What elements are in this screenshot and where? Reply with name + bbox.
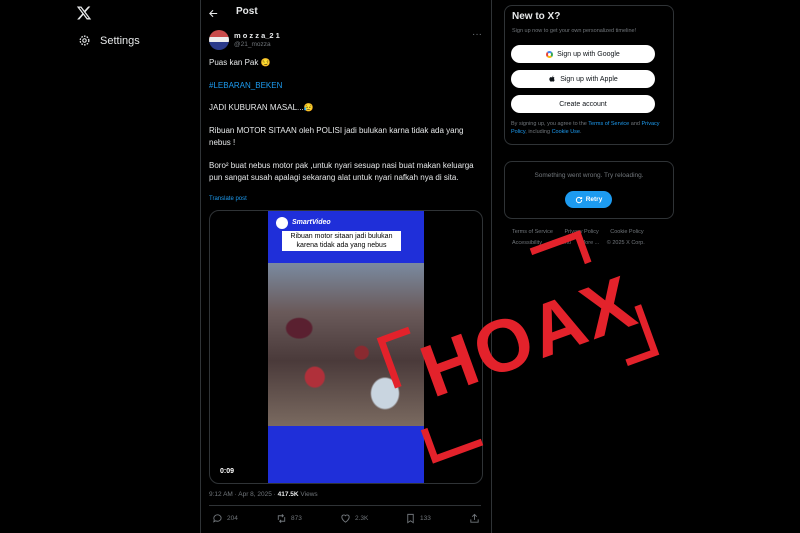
like-count: 2.3K: [355, 515, 369, 522]
retry-label: Retry: [585, 196, 603, 203]
signup-subtitle: Sign up now to get your own personalized…: [512, 28, 637, 34]
post-meta: 9:12 AM · Apr 8, 2025 · 417.5K Views: [209, 491, 318, 498]
post-time[interactable]: 9:12 AM · Apr 8, 2025 ·: [209, 491, 278, 498]
signup-title: New to X?: [512, 11, 561, 22]
post-line-1: Puas kan Pak 😏: [209, 58, 271, 67]
apple-signup-button[interactable]: Sign up with Apple: [511, 70, 655, 88]
repost-button[interactable]: 873: [276, 513, 302, 524]
apple-icon: [549, 75, 555, 82]
repost-count: 873: [291, 515, 302, 522]
repost-icon: [277, 514, 286, 523]
play-badge-icon: [276, 217, 288, 229]
refresh-icon: [575, 196, 582, 203]
error-card: [504, 161, 674, 219]
error-message: Something went wrong. Try reloading.: [534, 172, 644, 179]
video-watermark: SmartVideo: [292, 219, 331, 226]
retry-button[interactable]: Retry: [565, 191, 612, 208]
post-line-5: Boro² buat nebus motor pak ,untuk nyari …: [209, 161, 474, 182]
apple-signup-label: Sign up with Apple: [560, 75, 618, 83]
google-signup-label: Sign up with Google: [557, 50, 620, 58]
display-name[interactable]: m o z z a_2 1: [234, 31, 280, 40]
handle[interactable]: @21_mozza: [234, 41, 271, 48]
google-icon: [546, 50, 554, 58]
views-count: 417.5K: [277, 491, 299, 498]
divider: [209, 505, 481, 506]
x-logo-icon[interactable]: [76, 5, 92, 21]
bookmark-icon: [407, 513, 414, 524]
share-button[interactable]: [469, 513, 480, 524]
nav-settings[interactable]: Settings: [78, 34, 140, 47]
create-account-button[interactable]: Create account: [511, 95, 655, 113]
google-signup-button[interactable]: Sign up with Google: [511, 45, 655, 63]
reply-button[interactable]: 204: [212, 513, 238, 524]
reply-count: 204: [227, 515, 238, 522]
like-button[interactable]: 2.3K: [340, 513, 368, 524]
gear-icon: [79, 35, 90, 46]
stamp-bracket-bottom-icon: [420, 427, 484, 464]
translate-link[interactable]: Translate post: [209, 196, 247, 202]
create-account-label: Create account: [559, 100, 607, 108]
hoax-stamp-text: HOAX: [410, 259, 647, 414]
bookmark-button[interactable]: 133: [405, 513, 431, 524]
reply-icon: [213, 514, 222, 523]
heart-icon: [341, 514, 350, 523]
avatar[interactable]: [209, 30, 229, 50]
cookie-link[interactable]: Cookie Use: [552, 129, 580, 135]
video-caption: Ribuan motor sitaan jadi bulukan karena …: [282, 231, 401, 251]
post-line-4: Ribuan MOTOR SITAAN oleh POLISI jadi bul…: [209, 126, 464, 147]
signup-legal: By signing up, you agree to the Terms of…: [511, 121, 660, 135]
page-title: Post: [236, 6, 258, 17]
more-icon[interactable]: ···: [472, 29, 482, 40]
video-duration: 0:09: [220, 468, 235, 475]
views-label: Views: [298, 491, 318, 498]
bookmark-count: 133: [420, 515, 431, 522]
back-arrow-icon[interactable]: [208, 6, 219, 24]
terms-link[interactable]: Terms of Service: [588, 121, 629, 127]
settings-label: Settings: [100, 34, 140, 47]
post-line-3: JADI KUBURAN MASAL...😥: [209, 103, 314, 112]
share-icon: [470, 513, 479, 523]
hashtag-link[interactable]: #LEBARAN_BEKEN: [209, 80, 282, 92]
